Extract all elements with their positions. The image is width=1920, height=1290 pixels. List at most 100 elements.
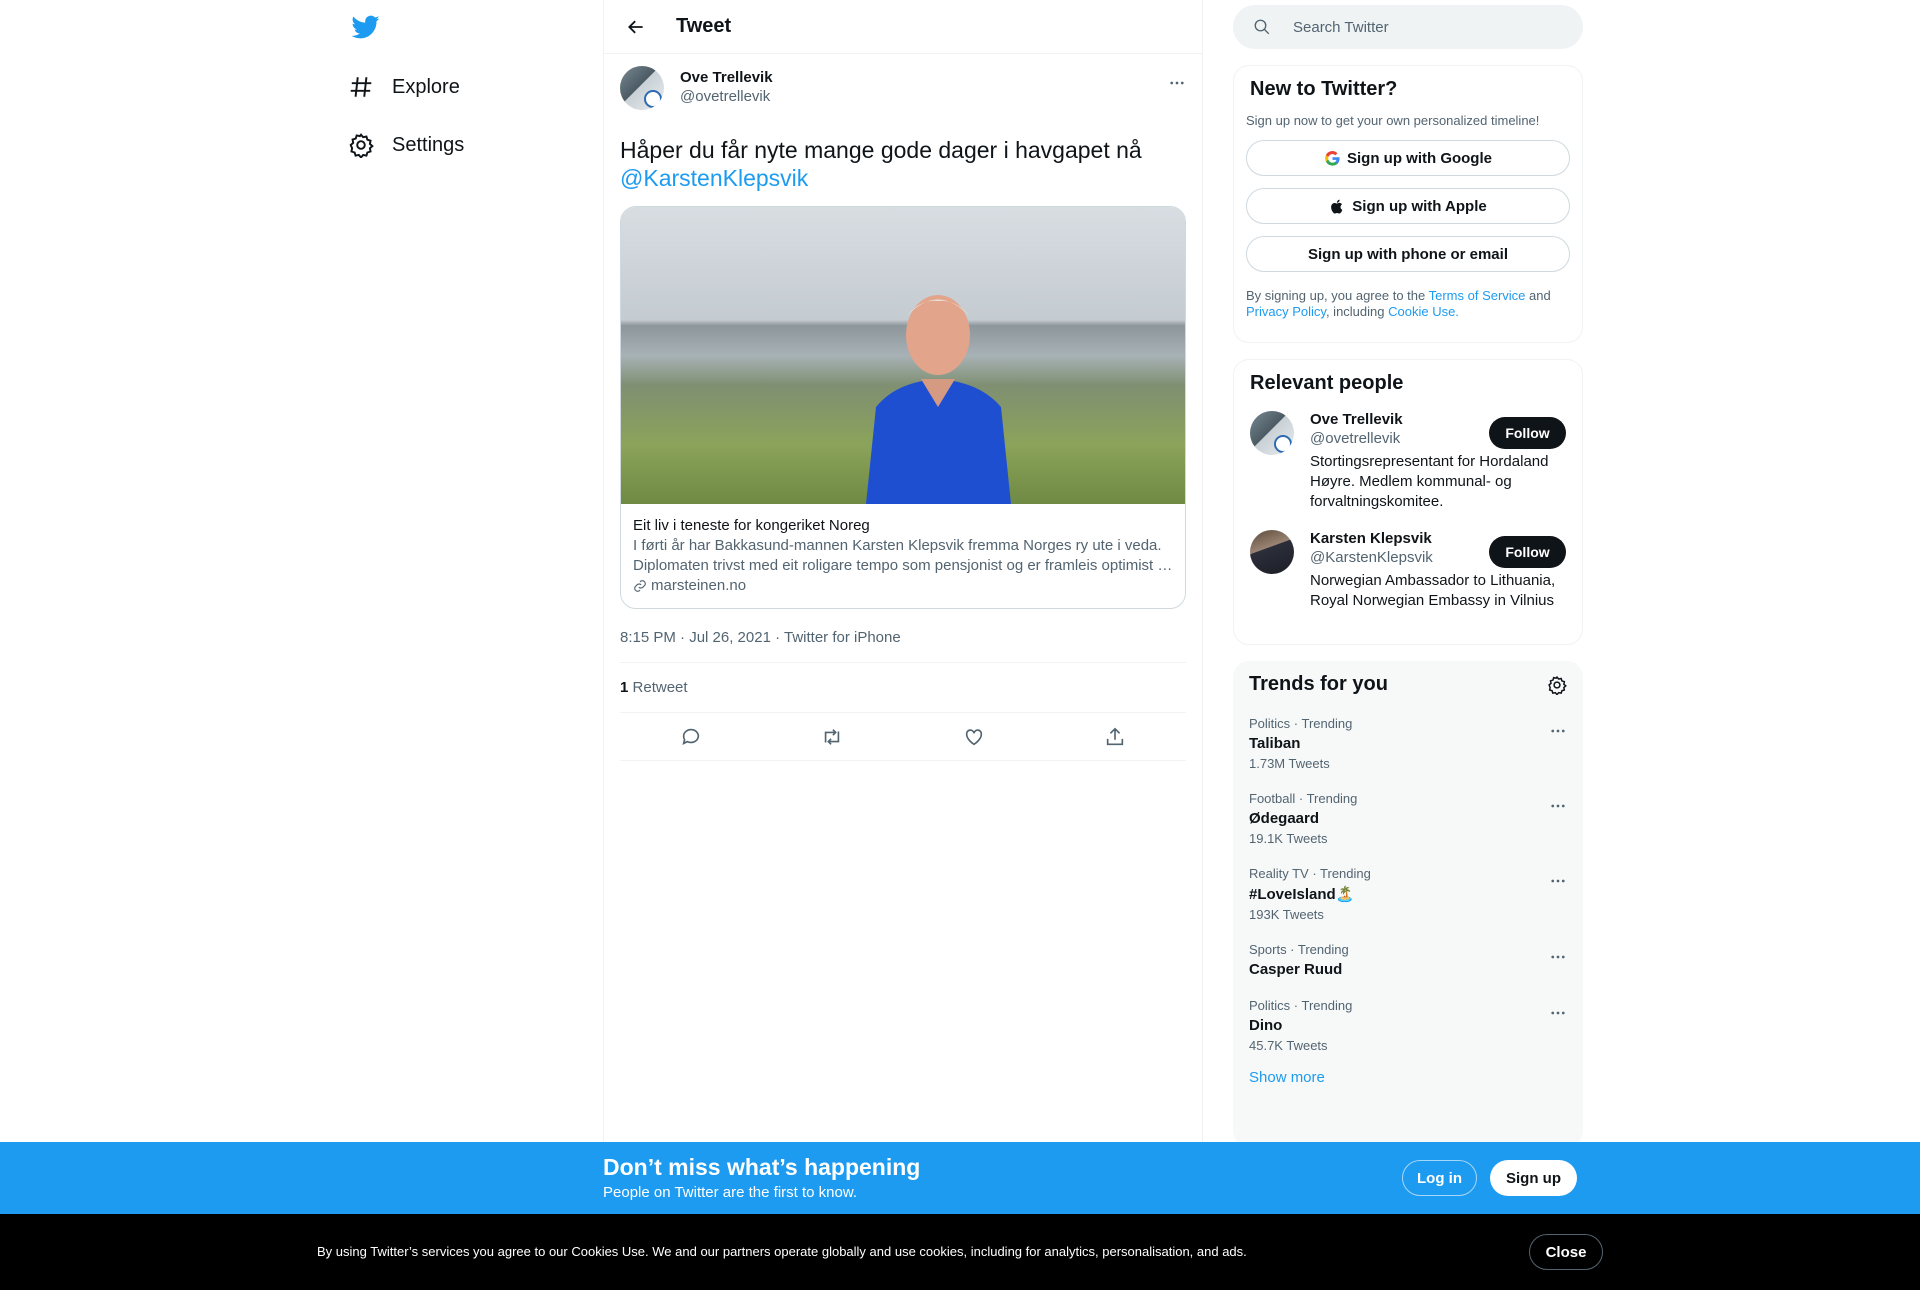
tweet-text: Håper du får nyte mange gode dager i hav… [620,136,1186,192]
privacy-link[interactable]: Privacy Policy [1246,304,1326,319]
trend-meta: Reality TV · Trending [1249,866,1371,881]
author-handle[interactable]: @ovetrellevik [680,88,773,105]
new-to-twitter-title: New to Twitter? [1250,78,1398,100]
trend-name: Casper Ruud [1249,961,1343,978]
trend-item[interactable]: Politics · Trending Taliban 1.73M Tweets [1233,704,1583,771]
author-name[interactable]: Ove Trellevik [680,69,773,86]
mention-link[interactable]: @KarstenKlepsvik [620,165,808,191]
close-button[interactable]: Close [1529,1234,1603,1270]
banner-subline: People on Twitter are the first to know. [603,1184,858,1201]
retweet-stats[interactable]: 1 Retweet [620,663,1186,713]
more-icon[interactable] [1549,797,1567,815]
trend-meta: Politics · Trending [1249,716,1353,731]
signup-button[interactable]: Sign up [1490,1160,1577,1196]
search-bar[interactable] [1233,5,1583,49]
trend-item[interactable]: Football · Trending Ødegaard 19.1K Tweet… [1233,779,1583,846]
trend-meta: Politics · Trending [1249,998,1353,1013]
new-to-twitter-subtitle: Sign up now to get your own personalized… [1246,113,1540,128]
person-handle[interactable]: @ovetrellevik [1310,430,1490,447]
back-arrow-icon[interactable] [626,17,646,37]
like-icon[interactable] [963,726,985,748]
signup-google-button[interactable]: Sign up with Google [1246,140,1570,176]
relevant-people-title: Relevant people [1250,372,1404,394]
login-button[interactable]: Log in [1402,1160,1477,1196]
trends-panel: Trends for you Politics · Trending Talib… [1233,661,1583,1147]
trend-item[interactable]: Sports · Trending Casper Ruud [1233,930,1583,978]
signup-apple-label: Sign up with Apple [1352,197,1487,215]
more-icon[interactable] [1549,872,1567,890]
card-description-1: I førti år har Bakkasund-mannen Karsten … [633,537,1162,554]
retweet-icon[interactable] [821,726,843,748]
legal-and: and [1525,288,1551,303]
trend-count: 1.73M Tweets [1249,756,1330,771]
legal-prefix: By signing up, you agree to the [1246,288,1429,303]
share-icon[interactable] [1104,726,1126,748]
legal-text: By signing up, you agree to the Terms of… [1246,288,1570,320]
banner-headline: Don’t miss what’s happening [603,1154,921,1180]
reply-icon[interactable] [680,726,702,748]
relevant-people-panel: Relevant people Ove Trellevik @ovetrelle… [1233,359,1583,645]
google-icon [1325,150,1340,166]
terms-link[interactable]: Terms of Service [1429,288,1526,303]
trend-name: Taliban [1249,735,1301,752]
search-input[interactable] [1293,18,1533,36]
nav-settings-label: Settings [392,133,465,156]
person-name[interactable]: Karsten Klepsvik [1310,530,1490,547]
person-handle[interactable]: @KarstenKlepsvik [1310,549,1490,566]
badge-icon [644,90,662,108]
avatar[interactable] [1250,530,1294,574]
tweet: Ove Trellevik @ovetrellevik Håper du får… [604,54,1202,761]
follow-button[interactable]: Follow [1489,536,1566,568]
trends-header: Trends for you [1233,673,1583,696]
signup-phone-button[interactable]: Sign up with phone or email [1246,236,1570,272]
trend-item[interactable]: Reality TV · Trending #LoveIsland🏝️ 193K… [1233,854,1583,922]
more-icon[interactable] [1549,722,1567,740]
tweet-actions [620,713,1186,761]
retweet-label: Retweet [632,679,688,696]
card-title: Eit liv i teneste for kongeriket Noreg [633,517,870,534]
link-icon [634,580,646,592]
cookie-banner: By using Twitter’s services you agree to… [0,1214,1920,1290]
hashtag-icon [350,77,372,97]
trend-count: 45.7K Tweets [1249,1038,1328,1053]
twitter-logo-icon[interactable] [350,13,382,41]
person-row[interactable]: Ove Trellevik @ovetrellevik Stortingsrep… [1250,411,1566,512]
more-icon[interactable] [1549,1004,1567,1022]
badge-icon [1274,435,1292,453]
cookie-link[interactable]: Cookie Use. [1388,304,1459,319]
trend-name: Ødegaard [1249,810,1320,827]
tweet-timestamp[interactable]: 8:15 PM · Jul 26, 2021 · Twitter for iPh… [620,629,1186,663]
more-icon[interactable] [1168,74,1186,92]
person-name[interactable]: Ove Trellevik [1310,411,1490,428]
person-photo [866,295,1011,504]
gear-icon [349,133,374,158]
cookie-text: By using Twitter’s services you agree to… [317,1244,1247,1259]
trend-meta: Sports · Trending [1249,942,1349,957]
follow-button[interactable]: Follow [1489,417,1566,449]
person-bio: Norwegian Ambassador to Lithuania, Royal… [1310,572,1556,609]
trend-item[interactable]: Politics · Trending Dino 45.7K Tweets [1233,986,1583,1053]
card-body: Eit liv i teneste for kongeriket Noreg I… [621,504,1185,608]
signup-google-label: Sign up with Google [1347,149,1492,167]
avatar[interactable] [620,66,664,110]
apple-icon [1331,199,1343,214]
trend-count: 193K Tweets [1249,907,1324,922]
tweet-author: Ove Trellevik @ovetrellevik [620,66,1186,122]
signup-apple-button[interactable]: Sign up with Apple [1246,188,1570,224]
trends-title: Trends for you [1249,673,1388,695]
person-row[interactable]: Karsten Klepsvik @KarstenKlepsvik Norweg… [1250,530,1566,611]
tweet-header: Tweet [604,0,1202,54]
more-icon[interactable] [1549,948,1567,966]
trend-meta: Football · Trending [1249,791,1358,806]
avatar[interactable] [1250,411,1294,455]
gear-icon[interactable] [1547,675,1567,695]
main-column: Tweet Ove Trellevik @ovetrellevik Håper … [603,0,1203,1290]
nav-settings[interactable]: Settings [348,125,464,165]
retweet-count: 1 [620,679,629,696]
person-bio: Stortingsrepresentant for Hordaland Høyr… [1310,453,1549,510]
show-more-link[interactable]: Show more [1233,1053,1583,1086]
trend-name: #LoveIsland🏝️ [1249,886,1355,903]
trend-name: Dino [1249,1017,1283,1034]
link-card[interactable]: Eit liv i teneste for kongeriket Noreg I… [620,206,1186,609]
nav-explore[interactable]: Explore [348,67,460,107]
